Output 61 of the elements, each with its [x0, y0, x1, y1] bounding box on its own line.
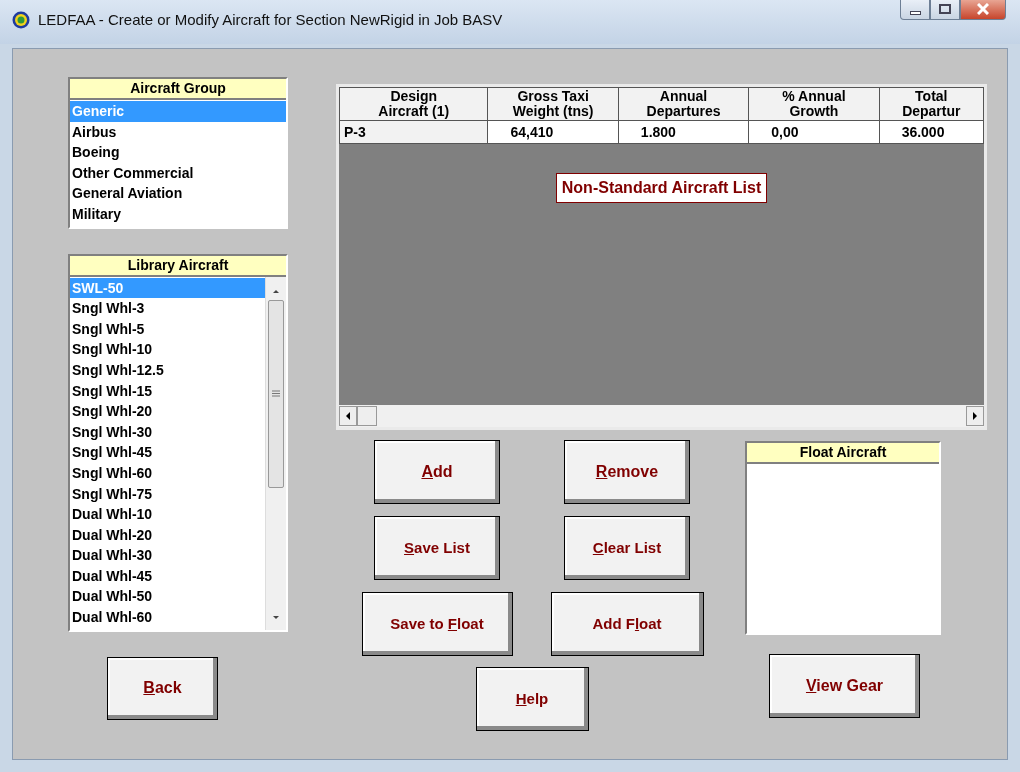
window-title: LEDFAA - Create or Modify Aircraft for Section NewRigid in Job BASV [38, 10, 503, 30]
vertical-scrollbar[interactable] [265, 276, 286, 630]
help-button[interactable]: Help [475, 667, 589, 731]
close-button[interactable] [960, 0, 1006, 20]
add-button[interactable]: Add [374, 440, 500, 504]
list-header: Float Aircraft [747, 443, 939, 464]
list-header: Aircraft Group [70, 79, 286, 100]
table-cell: 1.800 [618, 120, 749, 144]
remove-button[interactable]: Remove [564, 440, 690, 504]
scroll-right-button[interactable] [966, 406, 984, 426]
scroll-thumb[interactable] [268, 299, 284, 488]
list-item[interactable]: Sngl Whl-60 [70, 462, 265, 484]
list-item[interactable]: Military [70, 203, 286, 225]
table-cell: 64,410 [487, 120, 619, 144]
list-header: Library Aircraft [70, 255, 286, 277]
scroll-left-icon [345, 411, 351, 421]
column-header: Annual Departures [618, 87, 749, 121]
list-item[interactable]: Dual Whl-20 [70, 524, 265, 546]
list-item[interactable]: Dual Whl-50 [70, 586, 265, 608]
grip-icon [272, 390, 280, 398]
column-header: Total Departur [879, 87, 984, 121]
add-float-button[interactable]: Add Float [550, 592, 704, 656]
view-gear-button[interactable]: View Gear [769, 654, 920, 718]
list-item[interactable]: Sngl Whl-20 [70, 401, 265, 422]
list-item[interactable]: Sngl Whl-30 [70, 421, 265, 443]
list-item[interactable]: Dual Whl-60 [70, 607, 265, 628]
table-cell: 0,00 [748, 120, 880, 144]
maximize-icon [939, 4, 951, 14]
horizontal-scrollbar[interactable] [339, 405, 984, 427]
list-item[interactable]: General Aviation [70, 183, 286, 204]
column-header: % Annual Growth [748, 87, 880, 121]
minimize-button[interactable] [900, 0, 930, 20]
list-item[interactable]: Sngl Whl-12.5 [70, 359, 265, 381]
list-item[interactable]: Dual Whl-45 [70, 565, 265, 587]
list-item[interactable]: Other Commercial [70, 162, 286, 184]
save-to-float-button[interactable]: Save to Float [361, 592, 513, 656]
table-cell: P-3 [339, 120, 488, 144]
scroll-thumb[interactable] [357, 406, 377, 426]
list-item[interactable]: Airbus [70, 121, 286, 143]
list-item[interactable]: Sngl Whl-45 [70, 442, 265, 463]
list-item[interactable]: Boeing [70, 142, 286, 163]
list-item[interactable]: Sngl Whl-15 [70, 380, 265, 402]
scroll-left-button[interactable] [339, 406, 357, 426]
app-icon [12, 11, 30, 29]
table-cell: 36.000 [879, 120, 984, 144]
save-list-button[interactable]: Save List [374, 516, 500, 580]
column-header: Design Aircraft (1) [339, 87, 488, 121]
list-item[interactable]: Sngl Whl-75 [70, 483, 265, 505]
list-item[interactable]: Dual Whl-30 [70, 545, 265, 566]
list-item[interactable]: Dual Whl-10 [70, 504, 265, 525]
close-icon [977, 3, 989, 15]
table-caption: Non-Standard Aircraft List [555, 173, 768, 203]
back-button[interactable]: Back [107, 656, 218, 720]
scroll-right-icon [972, 411, 978, 421]
list-item[interactable]: Sngl Whl-10 [70, 339, 265, 360]
column-header: Gross Taxi Weight (tns) [487, 87, 619, 121]
clear-list-button[interactable]: Clear List [564, 516, 690, 580]
minimize-icon [910, 11, 921, 15]
list-item[interactable]: Sngl Whl-3 [70, 298, 265, 319]
maximize-button[interactable] [930, 0, 960, 20]
list-item[interactable]: Sngl Whl-5 [70, 318, 265, 340]
